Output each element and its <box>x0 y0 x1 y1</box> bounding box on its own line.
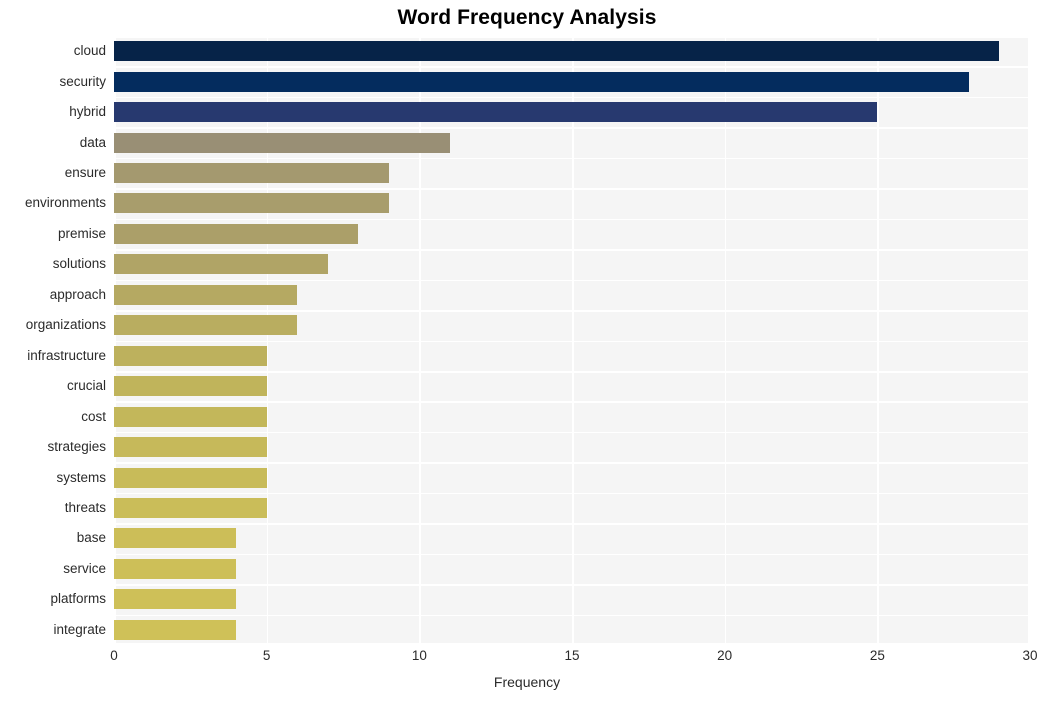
bar <box>114 345 267 366</box>
horizontal-gridline <box>114 553 1030 556</box>
bar <box>114 406 267 427</box>
y-axis-tick-label: base <box>76 530 106 546</box>
x-axis-tick-label: 25 <box>869 648 885 663</box>
bar <box>114 71 969 92</box>
bar <box>114 102 878 123</box>
bar <box>114 254 328 275</box>
x-axis-tick-label: 10 <box>411 648 427 663</box>
x-axis-tick-labels: 0 5 10 15 20 25 30 <box>0 648 1054 670</box>
horizontal-gridline <box>114 310 1030 312</box>
bar <box>114 558 237 579</box>
bar <box>114 497 267 518</box>
y-axis-tick-label: infrastructure <box>27 347 106 363</box>
horizontal-gridline <box>114 249 1030 251</box>
horizontal-gridline <box>114 188 1030 190</box>
y-axis-tick-label: data <box>79 134 106 150</box>
bar <box>114 437 267 458</box>
bar <box>114 284 298 305</box>
y-axis-tick-label: approach <box>49 286 106 302</box>
y-axis-tick-label: solutions <box>52 256 106 272</box>
horizontal-gridline <box>114 66 1030 69</box>
horizontal-gridline <box>114 279 1030 282</box>
bar <box>114 193 389 214</box>
y-axis-tick-label: threats <box>64 499 106 515</box>
horizontal-gridline <box>114 127 1030 129</box>
horizontal-gridline <box>114 431 1030 434</box>
bar <box>114 132 450 153</box>
bar <box>114 223 359 244</box>
y-axis-tick-label: cloud <box>73 43 106 59</box>
y-axis-tick-labels: cloud security hybrid data ensure environment… <box>0 36 106 645</box>
y-axis-tick-label: strategies <box>47 439 106 455</box>
bar <box>114 589 237 610</box>
x-axis-tick-label: 20 <box>717 648 733 663</box>
horizontal-gridline <box>114 614 1030 617</box>
bar <box>114 619 237 640</box>
horizontal-gridline <box>114 96 1030 99</box>
horizontal-gridline <box>114 643 1030 645</box>
x-axis-tick-label: 15 <box>564 648 580 663</box>
y-axis-tick-label: ensure <box>64 165 106 181</box>
horizontal-gridline <box>114 36 1030 38</box>
x-axis-tick-label: 5 <box>262 648 271 663</box>
y-axis-tick-label: cost <box>81 408 106 424</box>
y-axis-tick-label: platforms <box>50 591 106 607</box>
x-axis-tick-label: 0 <box>110 648 118 663</box>
word-frequency-chart-figure: Word Frequency Analysis cloud security hyb… <box>0 0 1054 701</box>
y-axis-tick-label: organizations <box>25 317 106 333</box>
y-axis-tick-label: systems <box>56 469 106 485</box>
horizontal-gridline <box>114 462 1030 464</box>
horizontal-gridline <box>114 523 1030 525</box>
horizontal-gridline <box>114 401 1030 403</box>
x-axis-title: Frequency <box>493 674 561 690</box>
plot-area <box>114 36 1030 645</box>
y-axis-tick-label: integrate <box>53 621 106 637</box>
y-axis-tick-label: premise <box>57 225 106 241</box>
y-axis-tick-label: environments <box>24 195 106 211</box>
horizontal-gridline <box>114 584 1030 586</box>
horizontal-gridline <box>114 218 1030 221</box>
y-axis-tick-label: hybrid <box>69 104 106 120</box>
y-axis-tick-label: crucial <box>66 378 106 394</box>
bar <box>114 528 237 549</box>
bar <box>114 41 1000 62</box>
y-axis-tick-label: security <box>59 73 106 89</box>
horizontal-gridline <box>114 340 1030 343</box>
x-axis-tick-label: 30 <box>1022 648 1038 663</box>
bar <box>114 163 389 184</box>
bar <box>114 376 267 397</box>
bar <box>114 467 267 488</box>
y-axis-tick-label: service <box>63 560 106 576</box>
bar <box>114 315 298 336</box>
chart-title: Word Frequency Analysis <box>397 6 657 29</box>
horizontal-gridline <box>114 370 1030 373</box>
horizontal-gridline <box>114 492 1030 495</box>
horizontal-gridline <box>114 157 1030 160</box>
